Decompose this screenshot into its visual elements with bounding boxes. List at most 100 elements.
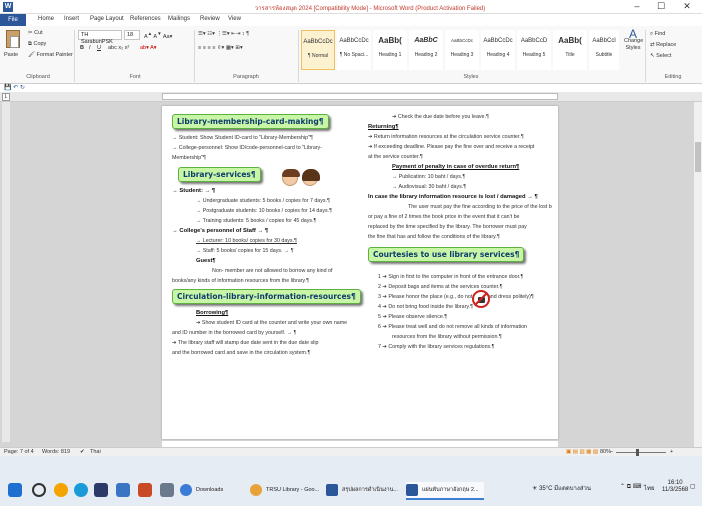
- font-size-select[interactable]: 18: [124, 30, 140, 40]
- italic-button[interactable]: I: [89, 45, 91, 51]
- page-count[interactable]: Page: 7 of 4: [4, 449, 34, 455]
- tab-view[interactable]: View: [224, 15, 245, 23]
- powerpoint-icon[interactable]: [138, 483, 152, 497]
- doc-line[interactable]: the fine that has and follow the conditi…: [368, 232, 552, 242]
- undo-icon[interactable]: ↶: [13, 85, 18, 91]
- doc-line[interactable]: ➔ If exceeding deadline. Please pay the …: [368, 142, 552, 152]
- scrollbar-thumb[interactable]: [695, 142, 701, 172]
- tab-page-layout[interactable]: Page Layout: [86, 15, 128, 23]
- zoom-slider-thumb[interactable]: [636, 449, 639, 456]
- change-styles-button[interactable]: A Change Styles: [624, 28, 643, 52]
- align-buttons[interactable]: ≡ ≡ ≡ ≡ ⇳▾ ▦▾ ⊞▾: [198, 45, 243, 51]
- doc-line[interactable]: 5 ➔ Please observe silence.¶: [368, 312, 552, 322]
- weather-widget[interactable]: ☀ 35°C มีแดดบางส่วน: [532, 483, 591, 493]
- tab-review[interactable]: Review: [196, 15, 224, 23]
- taskbar-app-word-2[interactable]: แผ่นพับภาษาอังกฤษ 2...: [406, 482, 484, 500]
- doc-line[interactable]: → Lecturer: 10 books/ copies for 30 days…: [172, 236, 358, 246]
- save-icon[interactable]: 💾: [4, 85, 11, 91]
- style-heading-1[interactable]: AaBb(Heading 1: [373, 30, 407, 70]
- bullets-button[interactable]: ☰▾ ☷▾ ⋮☰▾ ⇤⇥ ↕ ¶: [198, 31, 249, 37]
- doc-line[interactable]: In case the library information resource…: [368, 192, 552, 202]
- services-heading[interactable]: Library-services¶: [178, 167, 261, 182]
- photos-icon[interactable]: [160, 483, 174, 497]
- students-illustration-icon[interactable]: [280, 168, 320, 188]
- replace-button[interactable]: ⇄ Replace: [650, 42, 676, 48]
- edge-icon[interactable]: [74, 483, 88, 497]
- input-language[interactable]: ไทย: [644, 483, 655, 493]
- doc-line[interactable]: or pay a fine of 2 times the book price …: [368, 212, 552, 222]
- no-food-icon[interactable]: [472, 290, 490, 308]
- cut-button[interactable]: ✂ Cut: [28, 30, 43, 36]
- membership-heading[interactable]: Library-membership-card-making¶: [172, 114, 329, 129]
- doc-line[interactable]: replaced by the time specified by the li…: [368, 222, 552, 232]
- notification-icon[interactable]: ▢: [690, 483, 696, 490]
- style-heading-5[interactable]: AaBbCcD Heading 5: [517, 30, 551, 70]
- doc-line[interactable]: 7 ➔ Comply with the library services reg…: [368, 342, 552, 352]
- doc-line[interactable]: → College-personnel: Show ID/code-person…: [172, 143, 358, 153]
- doc-line[interactable]: Returning¶: [368, 122, 552, 132]
- doc-line[interactable]: Membership"¶: [172, 153, 358, 163]
- paste-button[interactable]: Paste: [4, 52, 18, 58]
- zoom-in-button[interactable]: +: [670, 449, 673, 455]
- tab-references[interactable]: References: [126, 15, 165, 23]
- doc-line[interactable]: ➔ Show student ID card at the counter an…: [172, 318, 358, 328]
- doc-line[interactable]: Non- member are not allowed to borrow an…: [172, 266, 358, 276]
- vertical-scrollbar[interactable]: [694, 102, 702, 447]
- doc-line[interactable]: ➔ Check the due date before you leave.¶: [368, 112, 552, 122]
- minimize-button[interactable]: –: [626, 1, 648, 11]
- doc-line[interactable]: Borrowing¶: [172, 308, 358, 318]
- view-buttons[interactable]: ▣ ▤ ▥ ▦ ▧: [566, 449, 598, 455]
- doc-line[interactable]: The user must pay the fine according to …: [368, 202, 552, 212]
- doc-line[interactable]: ➔ The library staff will stamp due date …: [172, 338, 358, 348]
- courtesies-heading[interactable]: Courtesies to use library services¶: [368, 247, 525, 262]
- ruler-scale[interactable]: [162, 93, 558, 100]
- doc-line[interactable]: books/any kinds of information resources…: [172, 276, 358, 286]
- find-button[interactable]: ⌕ Find: [650, 31, 665, 38]
- start-icon[interactable]: [8, 483, 22, 497]
- zoom-out-button[interactable]: –: [610, 449, 613, 455]
- format-painter-button[interactable]: 🖌 Format Painter: [28, 52, 73, 58]
- word-logo-icon[interactable]: W: [3, 2, 13, 12]
- doc-line[interactable]: → Student: Show Student ID-card to "Libr…: [172, 133, 358, 143]
- doc-line[interactable]: → Student: → ¶: [172, 186, 358, 196]
- clock[interactable]: 16:10 11/3/2568: [662, 480, 688, 494]
- outlook-icon[interactable]: [116, 483, 130, 497]
- redo-icon[interactable]: ↻: [20, 85, 25, 91]
- doc-line[interactable]: 1 ➔ Sign in first to the computer in fro…: [368, 272, 552, 282]
- zoom-slider[interactable]: [616, 452, 666, 453]
- style-normal[interactable]: AaBbCcDc ¶ Normal: [301, 30, 335, 70]
- vertical-ruler[interactable]: [2, 102, 10, 442]
- tab-mailings[interactable]: Mailings: [164, 15, 194, 23]
- doc-line[interactable]: 4 ➔ Do not bring food inside the library…: [368, 302, 552, 312]
- style-heading-2[interactable]: AaBbC Heading 2: [409, 30, 443, 70]
- doc-line[interactable]: and ID number in the borrowed card by yo…: [172, 328, 358, 338]
- strikethrough-button[interactable]: abc x₂ x²: [108, 45, 129, 51]
- style-heading-3[interactable]: AaBbCcDc Heading 3: [445, 30, 479, 70]
- font-name-select[interactable]: TH SarabunPSK: [78, 30, 122, 45]
- grow-font-button[interactable]: A▲ A▼ Aa▾: [144, 31, 172, 40]
- doc-line[interactable]: 6 ➔ Please treat well and do not remove …: [368, 322, 552, 332]
- taskbar-app-downloads[interactable]: Downloads: [180, 482, 246, 500]
- doc-line[interactable]: Guest¶: [172, 256, 358, 266]
- app-icon[interactable]: [94, 483, 108, 497]
- tab-selector[interactable]: L: [2, 93, 10, 101]
- doc-line[interactable]: ➔ Return information resources at the ci…: [368, 132, 552, 142]
- close-button[interactable]: ✕: [676, 1, 698, 12]
- widget-icon[interactable]: [54, 483, 68, 497]
- doc-line[interactable]: → Audiovisual: 30 baht / days.¶: [368, 182, 552, 192]
- copy-button[interactable]: ⧉ Copy: [28, 41, 46, 48]
- doc-line[interactable]: → Publication: 10 baht / days.¶: [368, 172, 552, 182]
- doc-line[interactable]: 3 ➔ Please honor the place (e.g., do not…: [368, 292, 552, 302]
- circulation-heading[interactable]: Circulation-library-information-resource…: [172, 289, 361, 304]
- tray-icons[interactable]: ⌃ ⧉ ⌨: [620, 483, 641, 491]
- select-button[interactable]: ↖ Select: [650, 53, 671, 59]
- tab-insert[interactable]: Insert: [60, 15, 83, 23]
- doc-line[interactable]: 2 ➔ Deposit bags and items at the servic…: [368, 282, 552, 292]
- doc-line[interactable]: → Staff: 5 books/ copies for 15 days. → …: [172, 246, 358, 256]
- horizontal-ruler[interactable]: L: [0, 92, 702, 102]
- doc-line[interactable]: → Postgraduate students: 10 books / copi…: [172, 206, 358, 216]
- bold-button[interactable]: B: [80, 45, 84, 51]
- doc-line[interactable]: Payment of penalty in case of overdue re…: [368, 162, 552, 172]
- taskbar-app-word-1[interactable]: สรุปผลการดำเนินงาน...: [326, 482, 402, 500]
- doc-line[interactable]: and the borrowed card and save in the ci…: [172, 348, 358, 358]
